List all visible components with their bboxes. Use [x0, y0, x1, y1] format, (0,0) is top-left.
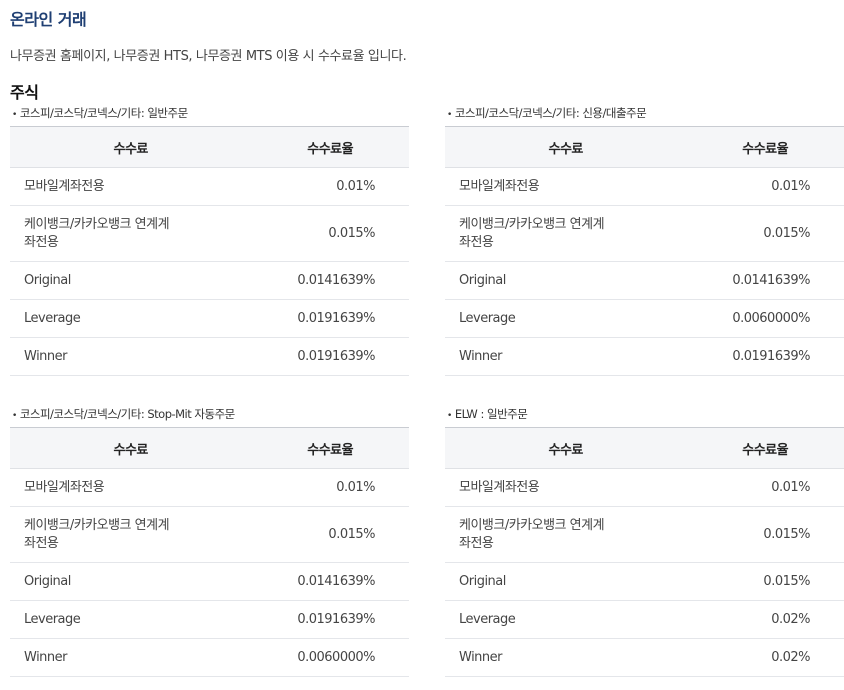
fee-table: 수수료 수수료율 모바일계좌전용 0.01% 케이뱅크/카카오뱅크 연계계 좌전용…	[445, 126, 844, 376]
table-row: Original 0.0141639%	[10, 261, 409, 300]
fee-rate: 0.0141639%	[686, 261, 844, 300]
fee-name: Original	[10, 562, 252, 601]
intro-text: 나무증권 홈페이지, 나무증권 HTS, 나무증권 MTS 이용 시 수수료율 …	[10, 49, 407, 64]
table-row: Original 0.015%	[445, 562, 844, 601]
fee-name: 모바일계좌전용	[10, 167, 252, 206]
fee-name: 모바일계좌전용	[445, 167, 687, 206]
fee-name: Original	[10, 261, 252, 300]
table-row: Leverage 0.0191639%	[10, 600, 409, 639]
fee-rate: 0.01%	[686, 167, 844, 206]
header-fee: 수수료	[445, 427, 687, 469]
fee-rate: 0.0141639%	[251, 562, 409, 601]
fee-rate: 0.0191639%	[251, 299, 409, 338]
table-row: 모바일계좌전용 0.01%	[445, 167, 844, 206]
fee-name: Winner	[10, 638, 252, 677]
table-row: Leverage 0.0191639%	[10, 299, 409, 338]
fee-block-elw-general-order: • ELW : 일반주문 수수료 수수료율 모바일계좌전용 0.01% 케이뱅크/카…	[445, 405, 844, 677]
table-row: 케이뱅크/카카오뱅크 연계계 좌전용 0.015%	[10, 506, 409, 563]
fee-rate: 0.02%	[686, 600, 844, 639]
fee-rate: 0.0060000%	[686, 299, 844, 338]
header-fee-rate: 수수료율	[686, 427, 844, 469]
fee-name: Leverage	[10, 600, 252, 639]
table-row: Leverage 0.02%	[445, 600, 844, 639]
caption-text: 코스피/코스닥/코넥스/기타: 일반주문	[19, 106, 188, 120]
table-header-row: 수수료 수수료율	[10, 427, 409, 469]
table-header-row: 수수료 수수료율	[445, 126, 844, 168]
fee-rate: 0.02%	[686, 638, 844, 677]
table-caption: • ELW : 일반주문	[445, 405, 844, 427]
fee-rate: 0.01%	[686, 468, 844, 507]
fee-name: Winner	[445, 638, 687, 677]
fee-name: Winner	[10, 337, 252, 376]
fee-name: Original	[445, 562, 687, 601]
fee-table: 수수료 수수료율 모바일계좌전용 0.01% 케이뱅크/카카오뱅크 연계계 좌전용…	[10, 126, 409, 376]
table-row: 모바일계좌전용 0.01%	[445, 468, 844, 507]
header-fee: 수수료	[10, 126, 252, 168]
fee-rate: 0.01%	[251, 468, 409, 507]
table-row: Original 0.0141639%	[10, 562, 409, 601]
fee-name: Original	[445, 261, 687, 300]
fee-name: 케이뱅크/카카오뱅크 연계계 좌전용	[445, 205, 687, 262]
fee-rate: 0.0191639%	[686, 337, 844, 376]
fee-table: 수수료 수수료율 모바일계좌전용 0.01% 케이뱅크/카카오뱅크 연계계 좌전용…	[10, 427, 409, 677]
table-row: Winner 0.0191639%	[10, 337, 409, 376]
fee-name: 모바일계좌전용	[445, 468, 687, 507]
table-row: Winner 0.0060000%	[10, 638, 409, 677]
fee-rate: 0.01%	[251, 167, 409, 206]
table-caption: • 코스피/코스닥/코넥스/기타: Stop-Mit 자동주문	[10, 405, 409, 427]
fee-rate: 0.015%	[686, 506, 844, 563]
page-title: 온라인 거래	[10, 10, 87, 29]
header-fee-rate: 수수료율	[251, 126, 409, 168]
fee-name: Winner	[445, 337, 687, 376]
table-row: 모바일계좌전용 0.01%	[10, 468, 409, 507]
fee-name: Leverage	[445, 600, 687, 639]
header-fee-rate: 수수료율	[686, 126, 844, 168]
fee-rate: 0.015%	[686, 205, 844, 262]
caption-text: 코스피/코스닥/코넥스/기타: Stop-Mit 자동주문	[19, 407, 235, 421]
table-row: 모바일계좌전용 0.01%	[10, 167, 409, 206]
fee-rate: 0.015%	[251, 205, 409, 262]
fee-block-stop-mit-order: • 코스피/코스닥/코넥스/기타: Stop-Mit 자동주문 수수료 수수료율 …	[10, 405, 409, 677]
header-fee: 수수료	[10, 427, 252, 469]
fee-rate: 0.0191639%	[251, 600, 409, 639]
fee-table: 수수료 수수료율 모바일계좌전용 0.01% 케이뱅크/카카오뱅크 연계계 좌전용…	[445, 427, 844, 677]
fee-name: 케이뱅크/카카오뱅크 연계계 좌전용	[10, 205, 252, 262]
table-row: Winner 0.0191639%	[445, 337, 844, 376]
fee-rate: 0.0060000%	[251, 638, 409, 677]
table-header-row: 수수료 수수료율	[445, 427, 844, 469]
fee-name: Leverage	[445, 299, 687, 338]
table-row: Original 0.0141639%	[445, 261, 844, 300]
fee-rate: 0.0191639%	[251, 337, 409, 376]
bullet-icon: •	[447, 110, 452, 120]
fee-name: 케이뱅크/카카오뱅크 연계계 좌전용	[10, 506, 252, 563]
fee-name: Leverage	[10, 299, 252, 338]
bullet-icon: •	[447, 411, 452, 421]
bullet-icon: •	[12, 110, 17, 120]
fee-name: 케이뱅크/카카오뱅크 연계계 좌전용	[445, 506, 687, 563]
table-row: 케이뱅크/카카오뱅크 연계계 좌전용 0.015%	[445, 205, 844, 262]
fee-block-general-order: • 코스피/코스닥/코넥스/기타: 일반주문 수수료 수수료율 모바일계좌전용 0.…	[10, 104, 409, 376]
bullet-icon: •	[12, 411, 17, 421]
fee-block-credit-loan-order: • 코스피/코스닥/코넥스/기타: 신용/대출주문 수수료 수수료율 모바일계좌전…	[445, 104, 844, 376]
caption-text: ELW : 일반주문	[454, 407, 528, 421]
table-header-row: 수수료 수수료율	[10, 126, 409, 168]
caption-text: 코스피/코스닥/코넥스/기타: 신용/대출주문	[454, 106, 647, 120]
table-row: Leverage 0.0060000%	[445, 299, 844, 338]
fee-rate: 0.0141639%	[251, 261, 409, 300]
header-fee: 수수료	[445, 126, 687, 168]
table-caption: • 코스피/코스닥/코넥스/기타: 신용/대출주문	[445, 104, 844, 126]
table-caption: • 코스피/코스닥/코넥스/기타: 일반주문	[10, 104, 409, 126]
table-row: 케이뱅크/카카오뱅크 연계계 좌전용 0.015%	[445, 506, 844, 563]
fee-rate: 0.015%	[686, 562, 844, 601]
table-row: 케이뱅크/카카오뱅크 연계계 좌전용 0.015%	[10, 205, 409, 262]
section-title-stock: 주식	[10, 83, 39, 102]
fee-name: 모바일계좌전용	[10, 468, 252, 507]
fee-rate: 0.015%	[251, 506, 409, 563]
header-fee-rate: 수수료율	[251, 427, 409, 469]
table-row: Winner 0.02%	[445, 638, 844, 677]
